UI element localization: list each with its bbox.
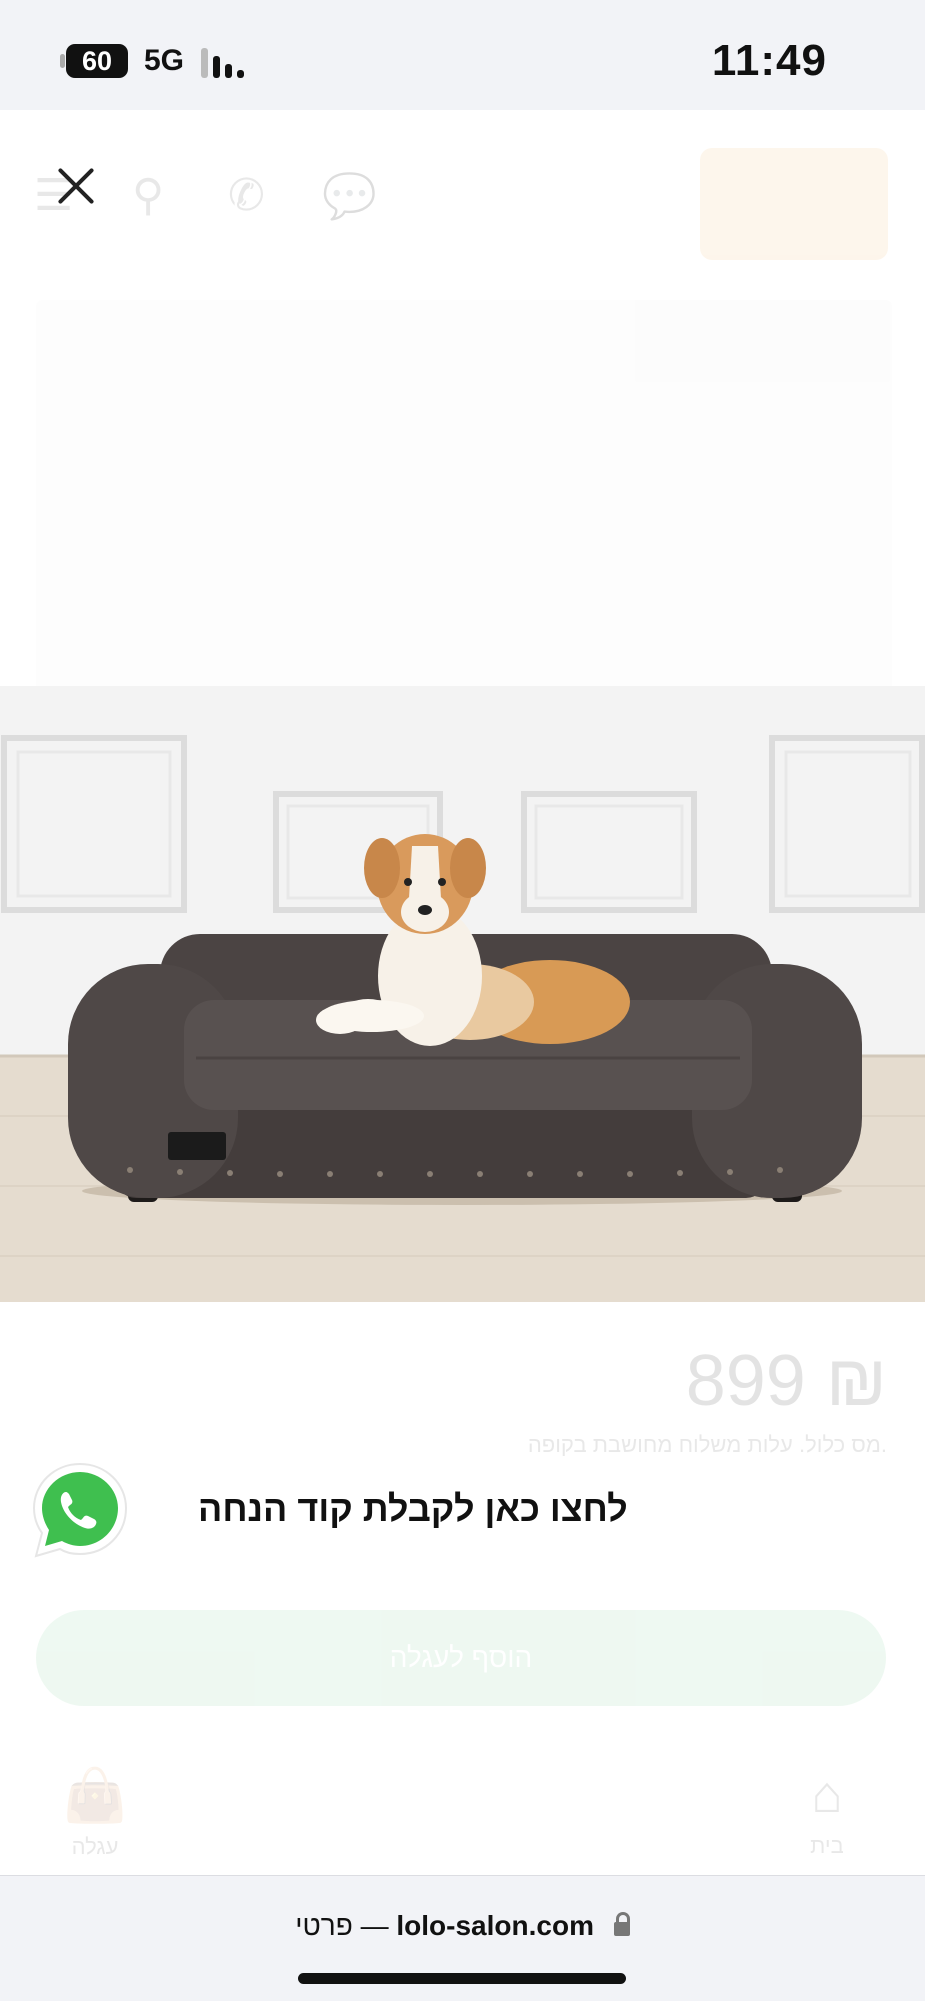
home-icon: ⌂ bbox=[811, 1766, 843, 1824]
close-icon[interactable] bbox=[50, 160, 102, 212]
chat-icon: 💬 bbox=[322, 172, 377, 221]
dog-on-sofa-illustration bbox=[0, 686, 925, 1302]
network-type: 5G bbox=[144, 44, 185, 77]
cart-icon: 👜 bbox=[62, 1767, 128, 1825]
url-separator: — bbox=[360, 1910, 389, 1941]
product-price: 899 ₪ bbox=[685, 1341, 887, 1421]
phone-icon: ✆ bbox=[228, 171, 265, 220]
signal-icon bbox=[201, 46, 253, 78]
url-text[interactable]: פרטי — lolo-salon.com bbox=[0, 1910, 925, 1942]
url-domain: lolo-salon.com bbox=[396, 1910, 594, 1941]
clock: 11:49 bbox=[711, 36, 827, 85]
nav-home: ⌂ בית bbox=[782, 1765, 872, 1859]
nav-cart: 👜 עגלה bbox=[50, 1765, 140, 1860]
battery-level: 60 bbox=[81, 46, 113, 76]
add-to-cart-button: הוסף לעגלה bbox=[36, 1610, 886, 1706]
page-title: פרטי bbox=[295, 1910, 353, 1941]
store-logo bbox=[700, 148, 888, 260]
search-icon: ⚲ bbox=[132, 171, 165, 220]
whatsapp-icon[interactable] bbox=[28, 1458, 132, 1562]
product-image[interactable] bbox=[0, 686, 925, 1302]
home-indicator[interactable] bbox=[298, 1973, 626, 1984]
nav-home-label: בית bbox=[810, 1833, 844, 1858]
nav-cart-label: עגלה bbox=[71, 1834, 119, 1859]
price-note: מס כלול. עלות משלוח מחושבת בקופה. bbox=[527, 1432, 887, 1457]
whatsapp-discount-text[interactable]: לחצו כאן לקבלת קוד הנחה bbox=[198, 1488, 628, 1530]
status-bar: 60 5G 11:49 bbox=[0, 0, 925, 110]
battery-indicator: 60 bbox=[60, 44, 128, 78]
lock-icon bbox=[613, 1912, 630, 1936]
browser-url-bar[interactable]: פרטי — lolo-salon.com bbox=[0, 1875, 925, 2001]
